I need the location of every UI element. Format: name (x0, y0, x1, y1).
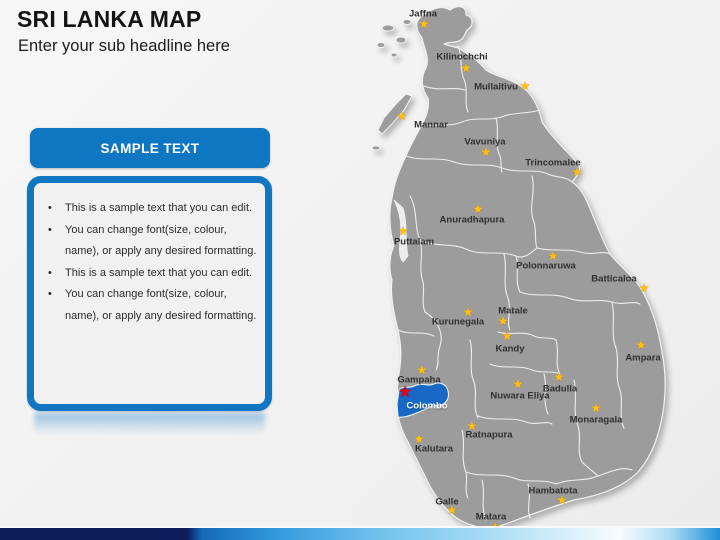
bullet-item: This is a sample text that you can edit. (44, 263, 263, 285)
district-label: Kandy (495, 343, 525, 355)
district-label: Galle (435, 496, 459, 508)
district-labels-layer: ★ Jaffna ★ Kilinochchi ★ Mullaitivu ★ Mannar ★ Va… (370, 0, 670, 533)
district-label: Jaffna (409, 8, 437, 20)
district-star-icon: ★ (553, 370, 565, 384)
district-star-icon: ★ (501, 329, 513, 343)
capital-star-icon: ★ (397, 384, 413, 401)
district-label: Colombo (406, 400, 448, 412)
district-label: Ampara (625, 352, 661, 364)
district-star-icon: ★ (396, 109, 408, 123)
district-label: Nuwara Eliya (490, 390, 550, 402)
district-star-icon: ★ (397, 224, 409, 238)
page-subtitle: Enter your sub headline here (18, 37, 230, 55)
district-star-icon: ★ (519, 79, 531, 93)
district-label: Polonnaruwa (516, 260, 576, 272)
district-star-icon: ★ (638, 281, 650, 295)
sri-lanka-map: ★ Jaffna ★ Kilinochchi ★ Mullaitivu ★ Mannar ★ Va… (370, 0, 670, 533)
footer-bar (0, 526, 720, 540)
district-star-icon: ★ (480, 145, 492, 159)
panel-reflection (34, 413, 265, 439)
page-title: SRI LANKA MAP (17, 6, 202, 32)
district-label: Batticaloa (591, 273, 637, 285)
sample-text-header: SAMPLE TEXT (30, 128, 270, 168)
district-label: Mannar (414, 119, 448, 131)
district-label: Hambatota (528, 485, 578, 497)
bullet-item: This is a sample text that you can edit. (44, 198, 263, 220)
district-star-icon: ★ (472, 202, 484, 216)
district-star-icon: ★ (460, 61, 472, 75)
district-label: Kalutara (414, 443, 454, 455)
district-label: Ratnapura (465, 429, 513, 441)
bullet-list: This is a sample text that you can edit.… (34, 183, 265, 327)
district-star-icon: ★ (635, 338, 647, 352)
district-label: Trincomalee (525, 157, 581, 169)
district-label: Vavuniya (464, 136, 506, 148)
district-label: Matara (475, 511, 507, 523)
district-label: Matale (498, 305, 528, 317)
district-label: Mullaitivu (474, 81, 518, 93)
district-label: Kilinochchi (436, 51, 488, 63)
district-label: Kurunegala (431, 316, 485, 328)
district-label: Monaragala (569, 414, 623, 426)
district-star-icon: ★ (497, 314, 509, 328)
district-star-icon: ★ (512, 377, 524, 391)
district-star-icon: ★ (418, 17, 430, 31)
district-label: Puttalam (393, 236, 435, 248)
district-label: Anuradhapura (439, 214, 505, 226)
sample-text-box: This is a sample text that you can edit.… (27, 176, 272, 411)
bullet-item: You can change font(size, colour, name),… (44, 220, 263, 263)
district-star-icon: ★ (590, 401, 602, 415)
bullet-item: You can change font(size, colour, name),… (44, 284, 263, 327)
